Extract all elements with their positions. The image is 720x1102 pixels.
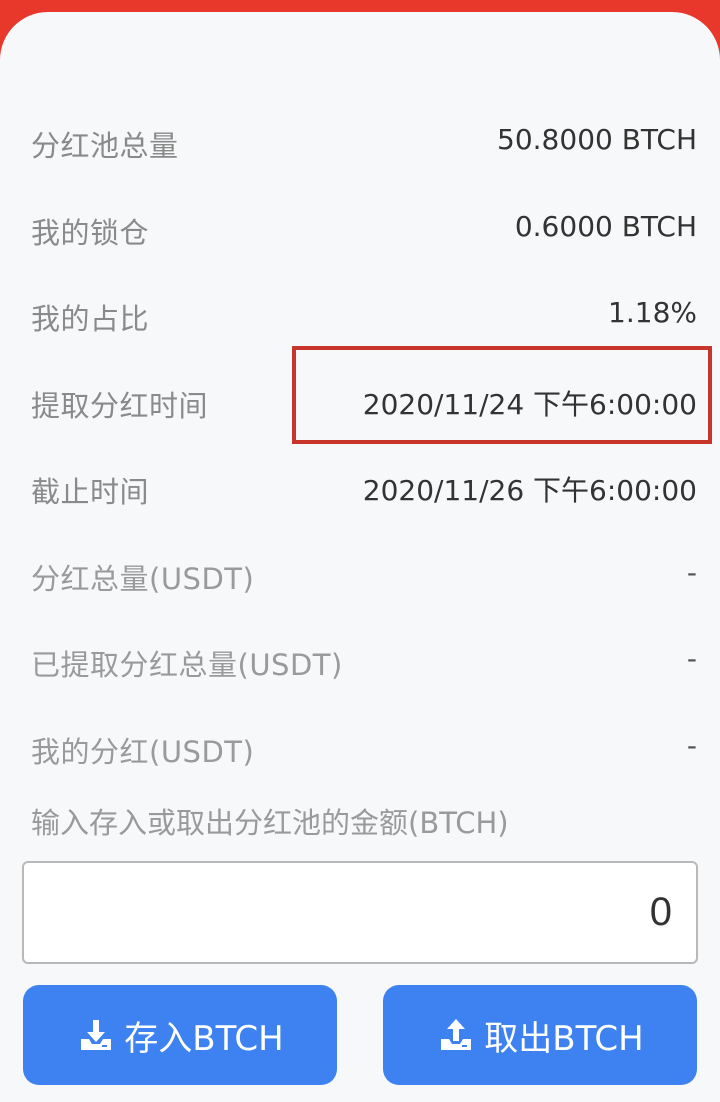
withdraw-button-label: 取出BTCH bbox=[484, 1018, 644, 1059]
row-dividend-total: 分红总量(USDT) - bbox=[0, 532, 720, 619]
row-label: 我的占比 bbox=[31, 302, 150, 336]
upload-tray-icon bbox=[436, 1015, 476, 1055]
row-value: - bbox=[686, 728, 697, 762]
info-list: 分红池总量 50.8000 BTCH 我的锁仓 0.6000 BTCH 我的占比… bbox=[0, 99, 720, 791]
row-label: 分红池总量 bbox=[31, 129, 179, 163]
withdraw-button[interactable]: 取出BTCH bbox=[383, 985, 697, 1085]
row-label: 提取分红时间 bbox=[31, 388, 209, 423]
download-tray-icon bbox=[76, 1015, 116, 1055]
row-pool-total: 分红池总量 50.8000 BTCH bbox=[0, 99, 720, 186]
amount-input[interactable] bbox=[22, 861, 698, 964]
row-value: - bbox=[686, 555, 697, 589]
deposit-button[interactable]: 存入BTCH bbox=[23, 985, 337, 1085]
row-label: 我的锁仓 bbox=[31, 215, 150, 250]
row-claimed-total: 已提取分红总量(USDT) - bbox=[0, 618, 720, 705]
row-label: 已提取分红总量(USDT) bbox=[31, 648, 343, 682]
row-value: 1.18% bbox=[608, 296, 697, 329]
row-label: 分红总量(USDT) bbox=[31, 561, 255, 596]
row-my-dividend: 我的分红(USDT) - bbox=[0, 705, 720, 792]
row-label: 截止时间 bbox=[31, 475, 150, 509]
row-my-lockup: 我的锁仓 0.6000 BTCH bbox=[0, 186, 720, 273]
row-label: 我的分红(USDT) bbox=[31, 734, 255, 769]
row-value: 50.8000 BTCH bbox=[497, 123, 697, 156]
amount-input-label: 输入存入或取出分红池的金额(BTCH) bbox=[31, 806, 509, 840]
row-value: - bbox=[686, 642, 697, 675]
row-deadline: 截止时间 2020/11/26 下午6:00:00 bbox=[0, 445, 720, 532]
deposit-button-label: 存入BTCH bbox=[124, 1018, 284, 1059]
highlight-annotation-box bbox=[292, 346, 712, 444]
row-value: 2020/11/26 下午6:00:00 bbox=[362, 474, 697, 507]
row-value: 0.6000 BTCH bbox=[514, 209, 697, 243]
